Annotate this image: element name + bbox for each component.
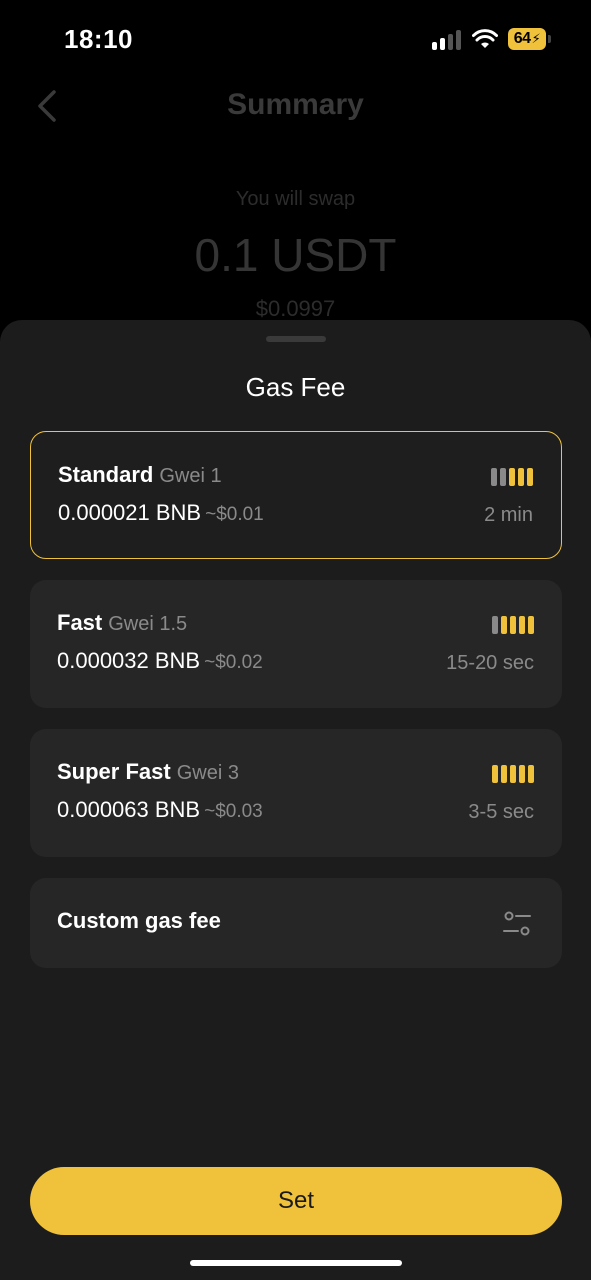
speed-bar (491, 468, 497, 486)
speed-bar (500, 468, 506, 486)
speed-bar (518, 468, 524, 486)
option-time: 3-5 sec (468, 801, 534, 823)
set-button[interactable]: Set (30, 1167, 562, 1235)
speed-indicator-icon (491, 468, 533, 486)
swap-amount: 0.1 USDT (194, 229, 397, 281)
speed-bar (528, 616, 534, 634)
option-time: 15-20 sec (446, 652, 534, 674)
speed-bar (527, 468, 533, 486)
swap-label: You will swap (235, 188, 356, 210)
custom-gas-fee-label: Custom gas fee (57, 908, 221, 933)
option-gwei: Gwei 3 (176, 762, 239, 784)
speed-indicator-icon (492, 765, 534, 783)
speed-bar (501, 765, 507, 783)
custom-gas-fee-option[interactable]: Custom gas fee (30, 878, 562, 968)
option-amount: 0.000021 BNB (58, 500, 202, 525)
option-usd: ~$0.03 (204, 801, 263, 822)
option-gwei: Gwei 1 (159, 465, 222, 487)
option-name: Standard (58, 462, 154, 487)
home-indicator (190, 1260, 402, 1266)
sheet-grabber[interactable] (266, 336, 326, 342)
option-usd: ~$0.02 (204, 652, 263, 673)
page-title: Summary (227, 88, 364, 121)
speed-bar (510, 616, 516, 634)
gas-option-standard[interactable]: Standard Gwei 1 0.000021 BNB ~$0.01 2 min (30, 431, 562, 559)
sliders-icon (503, 911, 531, 936)
gas-option-super-fast[interactable]: Super Fast Gwei 3 0.000063 BNB ~$0.03 3-5 … (30, 729, 562, 857)
speed-bar (492, 765, 498, 783)
gas-option-fast[interactable]: Fast Gwei 1.5 0.000032 BNB ~$0.02 15-20 se… (30, 580, 562, 708)
speed-bar (510, 765, 516, 783)
sheet-title: Gas Fee (245, 372, 346, 402)
option-amount: 0.000032 BNB (57, 648, 201, 673)
speed-bar (492, 616, 498, 634)
option-name: Super Fast (57, 759, 171, 784)
speed-indicator-icon (492, 616, 534, 634)
summary-page-backdrop: Summary You will swap 0.1 USDT $0.0997 (0, 0, 591, 340)
option-gwei: Gwei 1.5 (108, 613, 188, 635)
option-name: Fast (57, 610, 103, 635)
speed-bar (519, 765, 525, 783)
speed-bar (501, 616, 507, 634)
option-time: 2 min (484, 504, 533, 526)
option-amount: 0.000063 BNB (57, 797, 201, 822)
speed-bar (509, 468, 515, 486)
speed-bar (528, 765, 534, 783)
swap-usd-value: $0.0997 (255, 296, 336, 321)
speed-bar (519, 616, 525, 634)
option-usd: ~$0.01 (205, 504, 264, 525)
